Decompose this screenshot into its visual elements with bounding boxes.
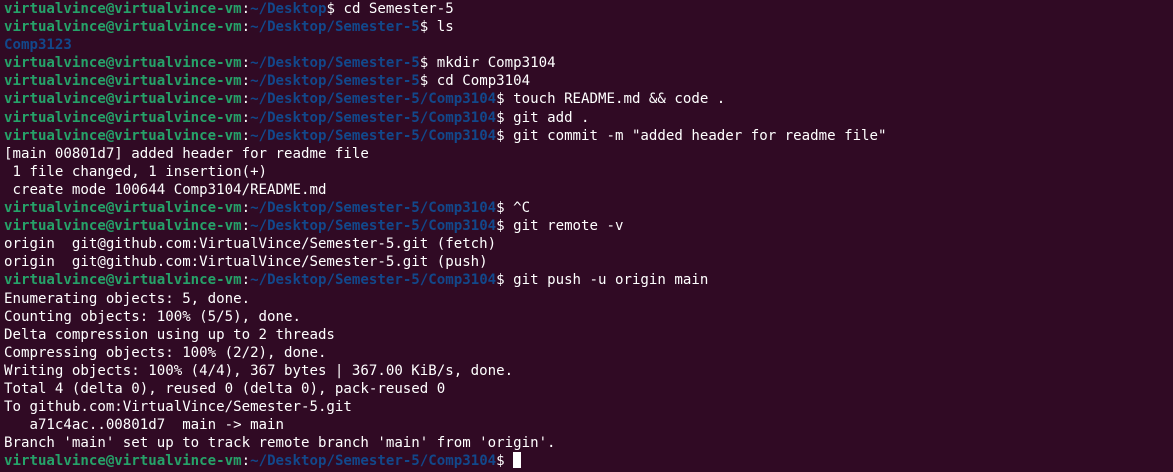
- output-text: a71c4ac..00801d7 main -> main: [4, 417, 285, 434]
- prompt-line: virtualvince@virtualvince-vm:~/Desktop/S…: [4, 109, 1173, 127]
- command-text: git push -u origin main: [504, 272, 709, 289]
- prompt-colon: :: [241, 200, 251, 217]
- output-line: origin git@github.com:VirtualVince/Semes…: [4, 235, 1173, 253]
- prompt-colon: :: [241, 272, 251, 289]
- prompt-dollar: $: [496, 272, 505, 289]
- prompt-dollar: $: [496, 200, 505, 217]
- prompt-colon: :: [241, 127, 251, 144]
- prompt-colon: :: [241, 19, 251, 36]
- prompt-path: ~/Desktop/Semester-5/Comp3104: [250, 109, 497, 126]
- output-line: Branch 'main' set up to track remote bra…: [4, 434, 1173, 452]
- command-input[interactable]: [505, 453, 514, 469]
- output-text: Delta compression using up to 2 threads: [4, 326, 335, 343]
- prompt-colon: :: [241, 91, 251, 108]
- prompt-dollar: $: [496, 453, 505, 470]
- prompt-line: virtualvince@virtualvince-vm:~/Desktop/S…: [4, 127, 1173, 145]
- prompt-user: virtualvince@virtualvince-vm: [4, 127, 242, 144]
- prompt-dollar: $: [496, 109, 505, 126]
- prompt-user: virtualvince@virtualvince-vm: [4, 55, 242, 72]
- command-text: git commit -m "added header for readme f…: [504, 127, 887, 144]
- output-line: create mode 100644 Comp3104/README.md: [4, 181, 1173, 199]
- prompt-path: ~/Desktop: [250, 1, 327, 17]
- output-text: create mode 100644 Comp3104/README.md: [4, 181, 327, 198]
- prompt-user: virtualvince@virtualvince-vm: [4, 19, 242, 36]
- output-text: To github.com:VirtualVince/Semester-5.gi…: [4, 399, 352, 416]
- prompt-path: ~/Desktop/Semester-5: [250, 73, 420, 90]
- prompt-dollar: $: [326, 1, 335, 17]
- prompt-user: virtualvince@virtualvince-vm: [4, 91, 242, 108]
- output-line: Enumerating objects: 5, done.: [4, 290, 1173, 308]
- output-text: Branch 'main' set up to track remote bra…: [4, 435, 556, 452]
- output-line: a71c4ac..00801d7 main -> main: [4, 416, 1173, 434]
- command-text: ls: [428, 19, 454, 36]
- output-line: origin git@github.com:VirtualVince/Semes…: [4, 253, 1173, 271]
- prompt-line: virtualvince@virtualvince-vm:~/Desktop/S…: [4, 90, 1173, 108]
- output-line: Comp3123: [4, 36, 1173, 54]
- output-text: Enumerating objects: 5, done.: [4, 290, 251, 307]
- output-line: Total 4 (delta 0), reused 0 (delta 0), p…: [4, 380, 1173, 398]
- prompt-path: ~/Desktop/Semester-5/Comp3104: [250, 91, 497, 108]
- prompt-dollar: $: [496, 91, 505, 108]
- command-text: cd Comp3104: [428, 73, 531, 90]
- prompt-colon: :: [241, 55, 251, 72]
- output-text: Writing objects: 100% (4/4), 367 bytes |…: [4, 362, 514, 379]
- output-line: [main 00801d7] added header for readme f…: [4, 145, 1173, 163]
- output-line: Delta compression using up to 2 threads: [4, 326, 1173, 344]
- prompt-colon: :: [241, 453, 251, 470]
- prompt-user: virtualvince@virtualvince-vm: [4, 73, 242, 90]
- output-line: Writing objects: 100% (4/4), 367 bytes |…: [4, 362, 1173, 380]
- output-text: origin git@github.com:VirtualVince/Semes…: [4, 254, 488, 271]
- active-prompt-line[interactable]: virtualvince@virtualvince-vm:~/Desktop/S…: [4, 452, 1173, 470]
- prompt-line: virtualvince@virtualvince-vm:~/Desktop/S…: [4, 217, 1173, 235]
- prompt-line: virtualvince@virtualvince-vm:~/Desktop/S…: [4, 18, 1173, 36]
- prompt-path: ~/Desktop/Semester-5: [250, 19, 420, 36]
- output-text: 1 file changed, 1 insertion(+): [4, 163, 268, 180]
- output-text: Compressing objects: 100% (2/2), done.: [4, 344, 327, 361]
- command-text: touch README.md && code .: [504, 91, 726, 108]
- output-text: [main 00801d7] added header for readme f…: [4, 145, 369, 162]
- output-line: To github.com:VirtualVince/Semester-5.gi…: [4, 398, 1173, 416]
- output-text: origin git@github.com:VirtualVince/Semes…: [4, 236, 497, 253]
- prompt-colon: :: [241, 73, 251, 90]
- prompt-line: virtualvince@virtualvince-vm:~/Desktop/S…: [4, 72, 1173, 90]
- prompt-user: virtualvince@virtualvince-vm: [4, 272, 242, 289]
- prompt-line: virtualvince@virtualvince-vm:~/Desktop/S…: [4, 54, 1173, 72]
- terminal-window[interactable]: virtualvince@virtualvince-vm:~/Desktop$ …: [0, 0, 1173, 472]
- prompt-colon: :: [241, 1, 251, 17]
- output-line: 1 file changed, 1 insertion(+): [4, 163, 1173, 181]
- prompt-line: virtualvince@virtualvince-vm:~/Desktop/S…: [4, 199, 1173, 217]
- prompt-user: virtualvince@virtualvince-vm: [4, 453, 242, 470]
- prompt-colon: :: [241, 109, 251, 126]
- command-text: ^C: [504, 200, 531, 217]
- prompt-line: virtualvince@virtualvince-vm:~/Desktop/S…: [4, 271, 1173, 289]
- command-text: cd Semester-5: [334, 1, 454, 17]
- output-line: Compressing objects: 100% (2/2), done.: [4, 344, 1173, 362]
- prompt-path: ~/Desktop/Semester-5/Comp3104: [250, 272, 497, 289]
- text-cursor: [513, 452, 522, 469]
- prompt-path: ~/Desktop/Semester-5/Comp3104: [250, 127, 497, 144]
- prompt-dollar: $: [496, 218, 505, 235]
- command-text: git remote -v: [504, 218, 624, 235]
- prompt-dollar: $: [496, 127, 505, 144]
- prompt-user: virtualvince@virtualvince-vm: [4, 109, 242, 126]
- prompt-colon: :: [241, 218, 251, 235]
- output-line: Counting objects: 100% (5/5), done.: [4, 308, 1173, 326]
- command-text: mkdir Comp3104: [428, 55, 556, 72]
- prompt-line: virtualvince@virtualvince-vm:~/Desktop$ …: [4, 0, 1173, 18]
- prompt-path: ~/Desktop/Semester-5/Comp3104: [250, 200, 497, 217]
- output-text: Total 4 (delta 0), reused 0 (delta 0), p…: [4, 380, 446, 397]
- prompt-user: virtualvince@virtualvince-vm: [4, 218, 242, 235]
- prompt-path: ~/Desktop/Semester-5/Comp3104: [250, 218, 497, 235]
- directory-listing-entry: Comp3123: [4, 37, 72, 54]
- prompt-user: virtualvince@virtualvince-vm: [4, 200, 242, 217]
- command-text: git add .: [504, 109, 590, 126]
- prompt-user: virtualvince@virtualvince-vm: [4, 1, 242, 17]
- output-text: Counting objects: 100% (5/5), done.: [4, 308, 301, 325]
- prompt-path: ~/Desktop/Semester-5: [250, 55, 420, 72]
- prompt-path: ~/Desktop/Semester-5/Comp3104: [250, 453, 497, 470]
